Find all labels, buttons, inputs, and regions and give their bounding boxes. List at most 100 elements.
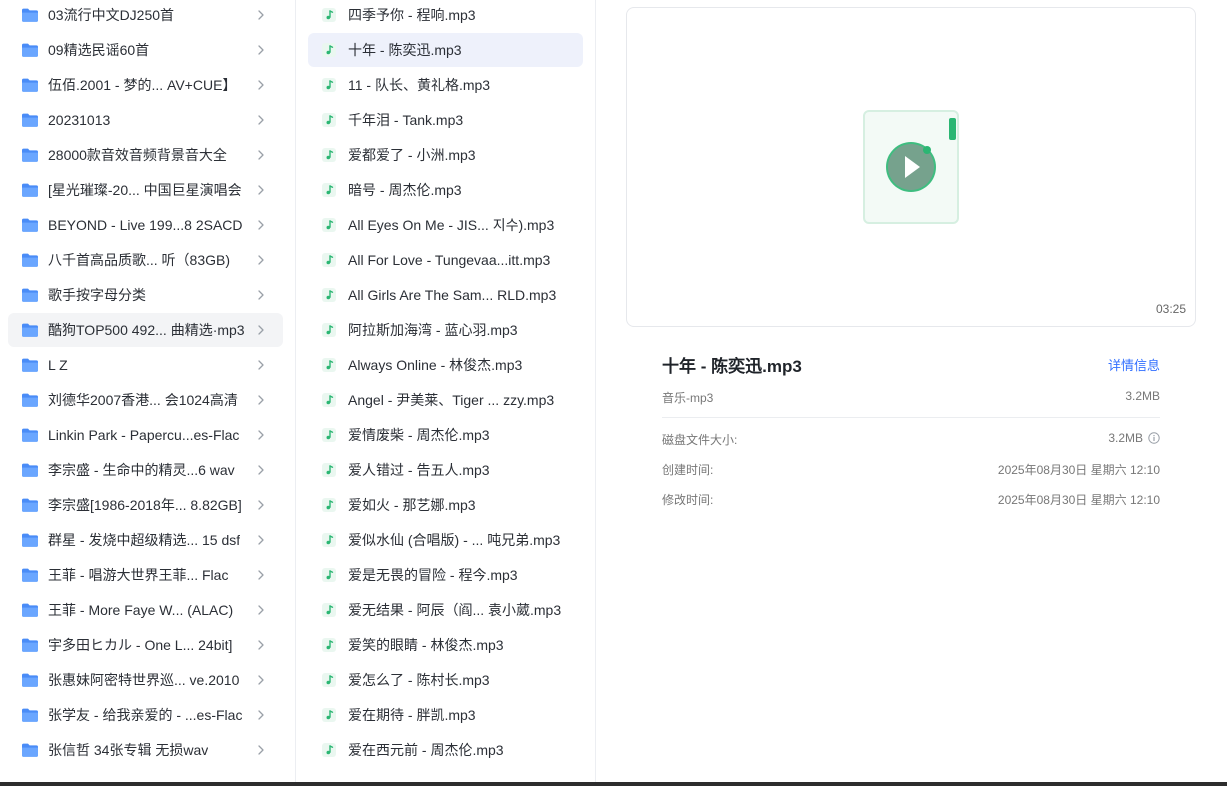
music-note-icon: [322, 743, 336, 757]
folder-item[interactable]: 03流行中文DJ250首: [8, 0, 283, 32]
disk-size-label: 磁盘文件大小:: [662, 433, 738, 447]
folder-item[interactable]: BEYOND - Live 199...8 2SACD: [8, 208, 283, 242]
detail-info-link[interactable]: 详情信息: [1108, 355, 1160, 374]
folder-item[interactable]: 28000款音效音频背景音大全: [8, 138, 283, 172]
folder-item[interactable]: 李宗盛[1986-2018年... 8.82GB]: [8, 488, 283, 522]
folder-item[interactable]: 宇多田ヒカル - One L... 24bit]: [8, 628, 283, 662]
folder-label: 王菲 - More Faye W... (ALAC): [48, 602, 234, 618]
created-row: 创建时间: 2025年08月30日 星期六 12:10: [662, 459, 1160, 479]
info-icon[interactable]: [1148, 432, 1160, 444]
folder-icon: [22, 533, 38, 547]
folder-item[interactable]: 刘德华2007香港... 会1024高清: [8, 383, 283, 417]
file-item[interactable]: 爱如火 - 那艺娜.mp3: [308, 488, 583, 522]
music-note-icon: [322, 183, 336, 197]
folder-item[interactable]: 歌手按字母分类: [8, 278, 283, 312]
file-item[interactable]: 爱是无畏的冒险 - 程今.mp3: [308, 558, 583, 592]
folder-label: 09精选民谣60首: [48, 42, 150, 58]
chevron-right-icon: [258, 605, 264, 615]
created-label: 创建时间:: [662, 463, 714, 477]
file-item[interactable]: All Girls Are The Sam... RLD.mp3: [308, 278, 583, 312]
chevron-right-icon: [258, 290, 264, 300]
folder-item[interactable]: 王菲 - 唱游大世界王菲... Flac: [8, 558, 283, 592]
file-item[interactable]: 暗号 - 周杰伦.mp3: [308, 173, 583, 207]
file-item[interactable]: 十年 - 陈奕迅.mp3: [308, 33, 583, 67]
chevron-right-icon: [258, 185, 264, 195]
file-label: All Eyes On Me - JIS... 지수).mp3: [348, 217, 555, 233]
folder-icon: [22, 568, 38, 582]
file-label: 爱是无畏的冒险 - 程今.mp3: [348, 567, 518, 583]
preview-area[interactable]: 03:25: [626, 7, 1196, 327]
folder-item[interactable]: 八千首高品质歌... 听（83GB): [8, 243, 283, 277]
chevron-right-icon: [258, 500, 264, 510]
folder-icon: [22, 78, 38, 92]
chevron-right-icon: [258, 570, 264, 580]
file-item[interactable]: 爱情废柴 - 周杰伦.mp3: [308, 418, 583, 452]
file-item[interactable]: 爱笑的眼睛 - 林俊杰.mp3: [308, 628, 583, 662]
file-item[interactable]: 爱在西元前 - 周杰伦.mp3: [308, 733, 583, 767]
folder-icon: [22, 43, 38, 57]
folder-icon: [22, 708, 38, 722]
disk-size-value-wrap: 3.2MB: [1108, 431, 1160, 445]
file-item[interactable]: 11 - 队长、黄礼格.mp3: [308, 68, 583, 102]
folder-label: 李宗盛 - 生命中的精灵...6 wav: [48, 462, 235, 478]
created-value: 2025年08月30日 星期六 12:10: [997, 463, 1160, 477]
music-note-icon: [322, 148, 336, 162]
folder-icon: [22, 498, 38, 512]
folder-item[interactable]: 李宗盛 - 生命中的精灵...6 wav: [8, 453, 283, 487]
file-item[interactable]: Always Online - 林俊杰.mp3: [308, 348, 583, 382]
chevron-right-icon: [258, 80, 264, 90]
folder-label: 刘德华2007香港... 会1024高清: [48, 392, 238, 408]
file-item[interactable]: 爱怎么了 - 陈村长.mp3: [308, 663, 583, 697]
file-item[interactable]: 阿拉斯加海湾 - 蓝心羽.mp3: [308, 313, 583, 347]
modified-row: 修改时间: 2025年08月30日 星期六 12:10: [662, 489, 1160, 509]
music-note-icon: [322, 358, 336, 372]
chevron-right-icon: [258, 640, 264, 650]
folder-item[interactable]: 王菲 - More Faye W... (ALAC): [8, 593, 283, 627]
folder-item[interactable]: Linkin Park - Papercu...es-Flac: [8, 418, 283, 452]
file-item[interactable]: All Eyes On Me - JIS... 지수).mp3: [308, 208, 583, 242]
file-item[interactable]: 爱无结果 - 阿辰（阎... 袁小葳.mp3: [308, 593, 583, 627]
file-item[interactable]: 四季予你 - 程响.mp3: [308, 0, 583, 32]
file-item[interactable]: 爱似水仙 (合唱版) - ... 吨兄弟.mp3: [308, 523, 583, 557]
folder-label: 群星 - 发烧中超级精选... 15 dsf: [48, 532, 241, 548]
folder-label: Linkin Park - Papercu...es-Flac: [48, 427, 240, 443]
folder-icon: [22, 463, 38, 477]
folder-item[interactable]: 酷狗TOP500 492... 曲精选·mp3: [8, 313, 283, 347]
folder-label: 28000款音效音频背景音大全: [48, 147, 227, 163]
folder-item[interactable]: 张学友 - 给我亲爱的 - ...es-Flac: [8, 698, 283, 732]
folder-icon: [22, 358, 38, 372]
folder-icon: [22, 638, 38, 652]
folder-item[interactable]: L Z: [8, 348, 283, 382]
folder-icon: [22, 393, 38, 407]
music-note-icon: [322, 323, 336, 337]
file-label: All For Love - Tungevaa...itt.mp3: [348, 252, 551, 268]
music-note-icon: [322, 253, 336, 267]
chevron-right-icon: [258, 220, 264, 230]
folder-item[interactable]: 09精选民谣60首: [8, 33, 283, 67]
file-label: 千年泪 - Tank.mp3: [348, 112, 464, 128]
folder-label: 张学友 - 给我亲爱的 - ...es-Flac: [48, 707, 243, 723]
file-item[interactable]: 爱在期待 - 胖凯.mp3: [308, 698, 583, 732]
folder-icon: [22, 148, 38, 162]
folder-item[interactable]: 伍佰.2001 - 梦的... AV+CUE】: [8, 68, 283, 102]
music-file-icon: [863, 110, 959, 224]
chevron-right-icon: [258, 675, 264, 685]
music-note-icon: [322, 638, 336, 652]
file-item[interactable]: 千年泪 - Tank.mp3: [308, 103, 583, 137]
folder-item[interactable]: 张信哲 34张专辑 无损wav: [8, 733, 283, 767]
file-item[interactable]: All For Love - Tungevaa...itt.mp3: [308, 243, 583, 277]
folder-icon: [22, 288, 38, 302]
file-item[interactable]: 爱都爱了 - 小洲.mp3: [308, 138, 583, 172]
folder-item[interactable]: [星光璀璨-20... 中国巨星演唱会: [8, 173, 283, 207]
file-item[interactable]: Angel - 尹美莱、Tiger ... zzy.mp3: [308, 383, 583, 417]
music-note-icon: [322, 673, 336, 687]
folder-item[interactable]: 群星 - 发烧中超级精选... 15 dsf: [8, 523, 283, 557]
chevron-right-icon: [258, 710, 264, 720]
folder-item[interactable]: 张惠妹阿密特世界巡... ve.2010: [8, 663, 283, 697]
file-label: 十年 - 陈奕迅.mp3: [348, 42, 462, 58]
file-size: 3.2MB: [1125, 389, 1160, 403]
folder-item[interactable]: 20231013: [8, 103, 283, 137]
file-item[interactable]: 爱人错过 - 告五人.mp3: [308, 453, 583, 487]
chevron-right-icon: [258, 150, 264, 160]
folder-label: 八千首高品质歌... 听（83GB): [48, 252, 231, 268]
